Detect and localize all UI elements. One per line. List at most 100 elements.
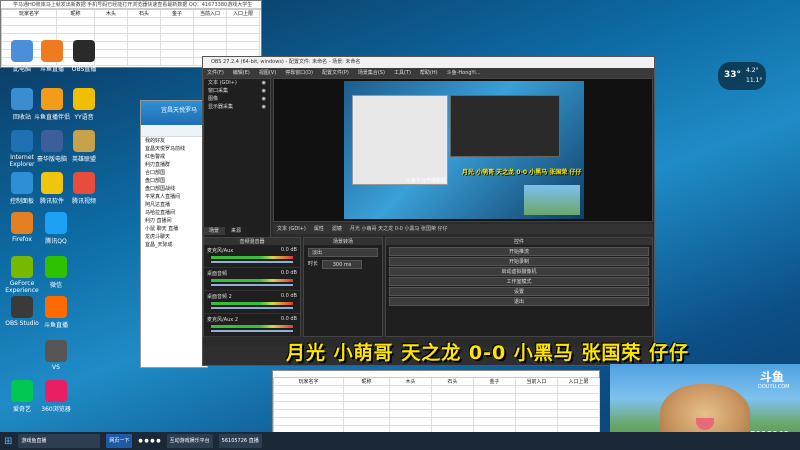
table-cell[interactable] <box>227 34 260 42</box>
obs-menu-item[interactable]: 配置文件(P) <box>322 68 349 78</box>
table-cell[interactable] <box>227 18 260 26</box>
volume-slider[interactable] <box>211 261 293 263</box>
eye-icon[interactable]: ◉ <box>262 87 266 95</box>
table-cell[interactable] <box>128 50 161 58</box>
obs-menu-item[interactable]: 编辑(E) <box>233 68 250 78</box>
table-cell[interactable] <box>474 394 516 402</box>
source-item[interactable]: 显示器采集 ◉ <box>204 103 270 111</box>
column-header[interactable]: 金子 <box>161 10 194 18</box>
obs-menu-item[interactable]: 帮助(H) <box>420 68 438 78</box>
mixer-channel[interactable]: 桌面音频 0.0 dB <box>204 268 300 291</box>
transitions-panel[interactable]: 场景转场 淡出 时长 300 ms <box>303 237 383 337</box>
table-cell[interactable] <box>274 402 344 410</box>
control-button[interactable]: 设置 <box>389 287 649 296</box>
eye-icon[interactable]: ◉ <box>262 103 266 111</box>
chat-list-item[interactable]: 小鼠 聊天 直播 <box>141 225 207 233</box>
table-cell[interactable] <box>432 386 474 394</box>
table-cell[interactable] <box>432 418 474 426</box>
table-cell[interactable] <box>194 42 227 50</box>
column-header[interactable]: 石头 <box>432 378 474 386</box>
table-cell[interactable] <box>161 58 194 66</box>
table-cell[interactable] <box>558 402 600 410</box>
table-cell[interactable] <box>344 402 390 410</box>
table-cell[interactable] <box>161 50 194 58</box>
obs-window[interactable]: OBS 27.2.4 (64-bit, windows) - 配置文件: 未命名… <box>202 56 656 366</box>
tab-scenes[interactable]: 场景 <box>203 227 226 235</box>
obs-menu-item[interactable]: 工具(T) <box>394 68 411 78</box>
chat-list-item[interactable]: 马哈拉直播间 <box>141 209 207 217</box>
chat-list-item[interactable]: 盘口部国 <box>141 177 207 185</box>
properties-button[interactable]: 属性 <box>314 224 324 234</box>
table-cell[interactable] <box>128 18 161 26</box>
mixer-channel[interactable]: 麦克风/Aux 0.0 dB <box>204 245 300 268</box>
taskbar-search[interactable]: 游戏鱼直播 <box>18 434 101 448</box>
control-button[interactable]: 退出 <box>389 297 649 306</box>
taskbar-item-2[interactable]: 56105726 直播 <box>218 434 262 448</box>
column-header[interactable]: 木头 <box>95 10 128 18</box>
desktop-shortcut[interactable]: 斗鱼直播 <box>36 296 76 329</box>
controls-panel[interactable]: 控件 开始推流 开始录制 启动虚拟摄像机 工作室模式 设置 退出 <box>385 237 653 337</box>
table-cell[interactable] <box>194 34 227 42</box>
table-cell[interactable] <box>57 26 95 34</box>
chat-list-item[interactable]: 红色警戒 <box>141 153 207 161</box>
taskbar-app-icons[interactable]: ● ● ● ● <box>138 438 160 444</box>
column-header[interactable]: 石头 <box>128 10 161 18</box>
table-cell[interactable] <box>274 410 344 418</box>
duration-input[interactable]: 300 ms <box>322 260 363 269</box>
table-cell[interactable] <box>95 18 128 26</box>
chat-list-item[interactable]: 盘口部国战线 <box>141 185 207 193</box>
desktop-shortcut[interactable]: 腾讯视频 <box>64 172 104 205</box>
table-cell[interactable] <box>194 18 227 26</box>
table-cell[interactable] <box>227 42 260 50</box>
chat-list-item[interactable]: 平常真人直播间 <box>141 193 207 201</box>
obs-menu-item[interactable]: 场景集合(S) <box>358 68 385 78</box>
table-cell[interactable] <box>128 58 161 66</box>
audio-mixer[interactable]: 音频混音器 麦克风/Aux 0.0 dB 桌面音频 0.0 dB 桌面音频 2 0.0 d… <box>203 237 301 337</box>
column-header[interactable]: 当前入口 <box>516 378 558 386</box>
chat-list-item[interactable]: 利刃直播群 <box>141 161 207 169</box>
column-header[interactable]: 金子 <box>474 378 516 386</box>
table-cell[interactable] <box>128 34 161 42</box>
obs-menu-bar[interactable]: 文件(F) 编辑(E) 视图(V) 停靠窗口(D) 配置文件(P) 场景集合(S) 工具(T… <box>203 68 654 78</box>
table-cell[interactable] <box>516 410 558 418</box>
chat-list-item[interactable]: 合口部国 <box>141 169 207 177</box>
table-cell[interactable] <box>128 42 161 50</box>
table-cell[interactable] <box>161 18 194 26</box>
table-cell[interactable] <box>390 402 432 410</box>
table-cell[interactable] <box>390 410 432 418</box>
table-cell[interactable] <box>516 418 558 426</box>
table-cell[interactable] <box>161 26 194 34</box>
desktop-shortcut[interactable]: OBS直播 <box>64 40 104 73</box>
dock-tabs[interactable]: 场景 来源 <box>203 227 271 235</box>
column-header[interactable]: 入口上限 <box>558 378 600 386</box>
control-button[interactable]: 开始推流 <box>389 247 649 256</box>
column-header[interactable]: 当前入口 <box>194 10 227 18</box>
table-cell[interactable] <box>161 34 194 42</box>
properties-bar[interactable]: 文本 (GDI+) 属性 滤镜 月光 小萌哥 天之龙 0-0 小黑马 张国荣 仔… <box>273 224 653 234</box>
table-cell[interactable] <box>274 418 344 426</box>
chat-window[interactable]: 宜昌天悦罗马 我的好友 宜昌天悦罗马前线 红色警戒 利刃直播群 合口部国 盘口部国 盘口部国… <box>140 100 208 368</box>
chat-toolbar[interactable] <box>141 125 207 137</box>
filters-button[interactable]: 滤镜 <box>332 224 342 234</box>
table-cell[interactable] <box>57 18 95 26</box>
table-cell[interactable] <box>128 26 161 34</box>
column-header[interactable]: 昵称 <box>57 10 95 18</box>
obs-menu-item[interactable]: 斗鱼-HongYi... <box>447 68 481 78</box>
table-cell[interactable] <box>390 418 432 426</box>
desktop-shortcut[interactable]: YY语音 <box>64 88 104 121</box>
tab-sources[interactable]: 来源 <box>225 227 248 235</box>
chat-list-item[interactable]: 利刃 直播间 <box>141 217 207 225</box>
chat-list-item[interactable]: 我的好友 <box>141 137 207 145</box>
column-header[interactable]: 玩家名字 <box>2 10 57 18</box>
source-item[interactable]: 窗口采集 ◉ <box>204 87 270 95</box>
table-cell[interactable] <box>516 402 558 410</box>
column-header[interactable]: 玩家名字 <box>274 378 344 386</box>
taskbar-item-1[interactable]: 互动游戏娱乐平台 <box>166 434 213 448</box>
desktop-shortcut[interactable]: 微信 <box>36 256 76 289</box>
chat-list-item[interactable]: 宜昌天悦罗马前线 <box>141 145 207 153</box>
table-cell[interactable] <box>558 386 600 394</box>
table-cell[interactable] <box>558 410 600 418</box>
table-cell[interactable] <box>194 26 227 34</box>
mixer-channel[interactable]: 桌面音频 2 0.0 dB <box>204 291 300 314</box>
obs-menu-item[interactable]: 视图(V) <box>259 68 276 78</box>
